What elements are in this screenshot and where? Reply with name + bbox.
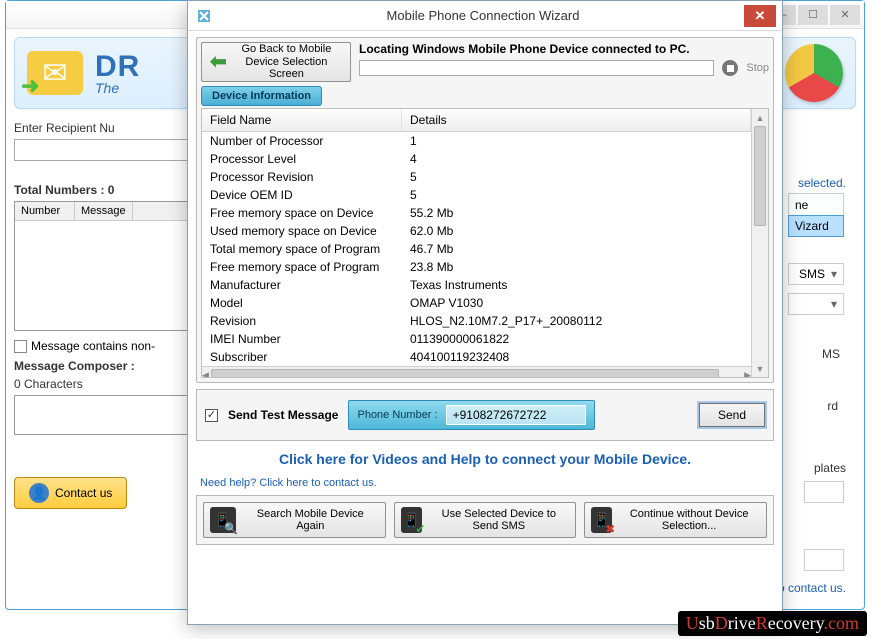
scroll-thumb-v[interactable] (754, 126, 766, 226)
send-button[interactable]: Send (699, 403, 765, 427)
table-row: IMEI Number011390000061822 (202, 330, 751, 348)
side-dropdown-sms[interactable]: SMS▾ (788, 263, 844, 285)
table-row: Number of Processor1 (202, 132, 751, 150)
logo-text: DR (95, 50, 140, 84)
scroll-up-icon[interactable]: ▲ (752, 109, 768, 126)
use-device-label: Use Selected Device to Send SMS (428, 508, 569, 532)
table-row: ModelOMAP V1030 (202, 294, 751, 312)
phone-number-field: Phone Number : (348, 400, 594, 430)
scroll-left-icon[interactable]: ◀ (202, 367, 209, 377)
table-header-details[interactable]: Details (402, 109, 751, 131)
device-info-panel: ⬅ Go Back to Mobile Device Selection Scr… (196, 37, 774, 383)
device-info-tab[interactable]: Device Information (201, 86, 322, 106)
go-back-label: Go Back to Mobile Device Selection Scree… (231, 43, 342, 81)
table-row: RevisionHLOS_N2.10M7.2_P17+_20080112 (202, 312, 751, 330)
device-info-table: Field Name Details Number of Processor1 … (201, 108, 769, 378)
continue-without-label: Continue without Device Selection... (618, 508, 760, 532)
search-device-label: Search Mobile Device Again (242, 508, 379, 532)
send-test-label: Send Test Message (228, 408, 338, 422)
non-english-checkbox[interactable] (14, 340, 27, 353)
side-option-wizard[interactable]: Vizard (788, 215, 844, 237)
table-row: ManufacturerTexas Instruments (202, 276, 751, 294)
contact-us-button[interactable]: 👤 Contact us (14, 477, 127, 509)
recipient-input[interactable] (14, 139, 204, 161)
stop-label: Stop (746, 62, 769, 74)
dialog-title: Mobile Phone Connection Wizard (222, 8, 744, 23)
search-device-button[interactable]: Search Mobile Device Again (203, 502, 386, 538)
use-device-button[interactable]: Use Selected Device to Send SMS (394, 502, 577, 538)
locating-heading: Locating Windows Mobile Phone Device con… (359, 42, 769, 56)
side-rd-text: rd (827, 399, 838, 413)
side-plates-text: plates (814, 461, 846, 475)
video-help-link[interactable]: Click here for Videos and Help to connec… (196, 451, 774, 467)
contact-help-link[interactable]: Need help? Click here to contact us. (200, 477, 774, 489)
table-row: Processor Revision5 (202, 168, 751, 186)
table-row: Total memory space of Program46.7 Mb (202, 240, 751, 258)
pie-chart-icon (785, 44, 843, 102)
phone-label: Phone Number : (357, 409, 437, 421)
send-test-checkbox[interactable] (205, 409, 218, 422)
composer-label: Message Composer : (14, 359, 204, 373)
table-row: Free memory space of Program23.8 Mb (202, 258, 751, 276)
scroll-down-icon[interactable]: ▼ (752, 360, 768, 377)
table-row: Device OEM ID5 (202, 186, 751, 204)
back-arrow-icon: ⬅ (210, 51, 227, 74)
dialog-titlebar[interactable]: Mobile Phone Connection Wizard ✕ (188, 1, 782, 31)
composer-textarea[interactable] (14, 395, 204, 435)
table-row: Used memory space on Device62.0 Mb (202, 222, 751, 240)
connection-wizard-dialog: Mobile Phone Connection Wizard ✕ ⬅ Go Ba… (187, 0, 783, 625)
total-numbers-label: Total Numbers : 0 (14, 183, 204, 197)
list-header-message: Message (75, 202, 133, 220)
list-header-number: Number (15, 202, 75, 220)
table-row: Subscriber404100119232408 (202, 348, 751, 366)
side-ms-text: MS (822, 347, 840, 361)
close-main-button[interactable]: ✕ (830, 5, 860, 25)
side-small-button-1[interactable] (804, 481, 844, 503)
table-v-scrollbar[interactable]: ▲ ▼ (751, 109, 768, 377)
phone-search-icon (210, 507, 236, 533)
table-row: Free memory space on Device55.2 Mb (202, 204, 751, 222)
send-test-panel: Send Test Message Phone Number : Send (196, 389, 774, 441)
side-dropdown-2[interactable]: ▾ (788, 293, 844, 315)
phone-input[interactable] (446, 405, 586, 425)
side-selected-text: selected. (798, 176, 846, 190)
contact-person-icon: 👤 (29, 483, 49, 503)
dialog-app-icon (196, 8, 212, 24)
stop-icon[interactable] (722, 60, 738, 76)
continue-without-button[interactable]: Continue without Device Selection... (584, 502, 767, 538)
go-back-button[interactable]: ⬅ Go Back to Mobile Device Selection Scr… (201, 42, 351, 82)
contact-label: Contact us (55, 486, 112, 500)
side-option-ne[interactable]: ne (788, 193, 844, 215)
scroll-right-icon[interactable]: ▶ (744, 367, 751, 377)
recipient-label: Enter Recipient Nu (14, 121, 204, 135)
maximize-button[interactable]: ☐ (798, 5, 828, 25)
progress-bar (359, 60, 714, 76)
numbers-list[interactable]: Number Message (14, 201, 204, 331)
non-english-label: Message contains non- (31, 339, 155, 353)
table-h-scrollbar[interactable]: ◀ ▶ (202, 366, 751, 377)
table-body: Number of Processor1 Processor Level4 Pr… (202, 132, 751, 366)
phone-check-icon (401, 507, 423, 533)
composer-chars: 0 Characters (14, 377, 204, 391)
bottom-button-panel: Search Mobile Device Again Use Selected … (196, 495, 774, 545)
phone-skip-icon (591, 507, 612, 533)
table-row: Processor Level4 (202, 150, 751, 168)
scroll-thumb-h[interactable] (211, 369, 719, 377)
table-header-field[interactable]: Field Name (202, 109, 402, 131)
watermark-logo: UsbDriveRecovery.com (678, 611, 867, 636)
dialog-close-button[interactable]: ✕ (744, 5, 776, 27)
mail-logo-icon (27, 51, 83, 95)
side-small-button-2[interactable] (804, 549, 844, 571)
